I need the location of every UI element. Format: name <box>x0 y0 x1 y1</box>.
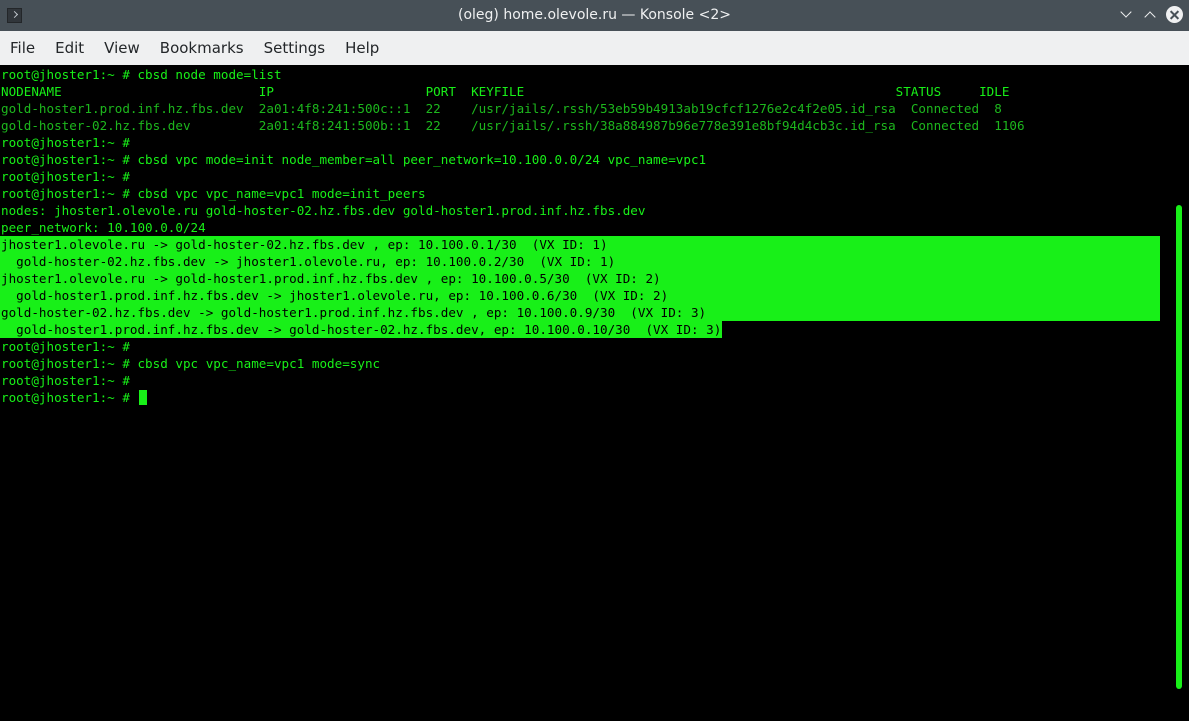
selected-line: gold-hoster1.prod.inf.hz.fbs.dev -> jhos… <box>0 287 1160 304</box>
menu-file[interactable]: File <box>0 31 45 65</box>
terminal-output[interactable]: root@jhoster1:~ # cbsd node mode=list NO… <box>0 65 1189 721</box>
terminal-line: root@jhoster1:~ # <box>1 169 130 184</box>
terminal-line: peer_network: 10.100.0.0/24 <box>1 220 206 235</box>
menu-bookmarks[interactable]: Bookmarks <box>150 31 254 65</box>
terminal-scrollbar[interactable] <box>1176 205 1182 689</box>
terminal-line: NODENAME IP PORT KEYFILE STATUS IDLE <box>1 84 1010 99</box>
terminal-line: root@jhoster1:~ # cbsd vpc vpc_name=vpc1… <box>1 356 381 371</box>
terminal-line: root@jhoster1:~ # cbsd node mode=list <box>1 67 282 82</box>
menu-settings[interactable]: Settings <box>254 31 336 65</box>
title-bar: (oleg) home.olevole.ru — Konsole <2> <box>0 0 1189 31</box>
selected-line: jhoster1.olevole.ru -> gold-hoster1.prod… <box>0 270 1160 287</box>
close-icon[interactable] <box>1166 6 1183 23</box>
menu-edit[interactable]: Edit <box>45 31 94 65</box>
window-title: (oleg) home.olevole.ru — Konsole <2> <box>458 7 731 23</box>
terminal-line: gold-hoster-02.hz.fbs.dev 2a01:4f8:241:5… <box>1 118 1025 133</box>
maximize-icon[interactable] <box>1143 7 1159 23</box>
minimize-icon[interactable] <box>1119 7 1135 23</box>
terminal-line: root@jhoster1:~ # <box>1 135 130 150</box>
selected-line: gold-hoster1.prod.inf.hz.fbs.dev -> gold… <box>0 321 723 338</box>
menu-bar: File Edit View Bookmarks Settings Help <box>0 31 1189 65</box>
terminal-line: root@jhoster1:~ # <box>1 339 130 354</box>
selected-line: gold-hoster-02.hz.fbs.dev -> jhoster1.ol… <box>0 253 1160 270</box>
menu-help[interactable]: Help <box>335 31 389 65</box>
selected-line: gold-hoster-02.hz.fbs.dev -> gold-hoster… <box>0 304 1160 321</box>
selected-line: jhoster1.olevole.ru -> gold-hoster-02.hz… <box>0 236 1160 253</box>
terminal-line: root@jhoster1:~ # cbsd vpc vpc_name=vpc1… <box>1 186 426 201</box>
terminal-line: nodes: jhoster1.olevole.ru gold-hoster-0… <box>1 203 646 218</box>
prompt-text: root@jhoster1:~ # <box>1 390 138 405</box>
terminal-line: root@jhoster1:~ # cbsd vpc mode=init nod… <box>1 152 707 167</box>
menu-view[interactable]: View <box>94 31 150 65</box>
terminal-line: root@jhoster1:~ # <box>1 373 130 388</box>
prompt-line[interactable]: root@jhoster1:~ # <box>1 389 148 406</box>
terminal-line: gold-hoster1.prod.inf.hz.fbs.dev 2a01:4f… <box>1 101 1002 116</box>
text-cursor <box>139 390 148 405</box>
